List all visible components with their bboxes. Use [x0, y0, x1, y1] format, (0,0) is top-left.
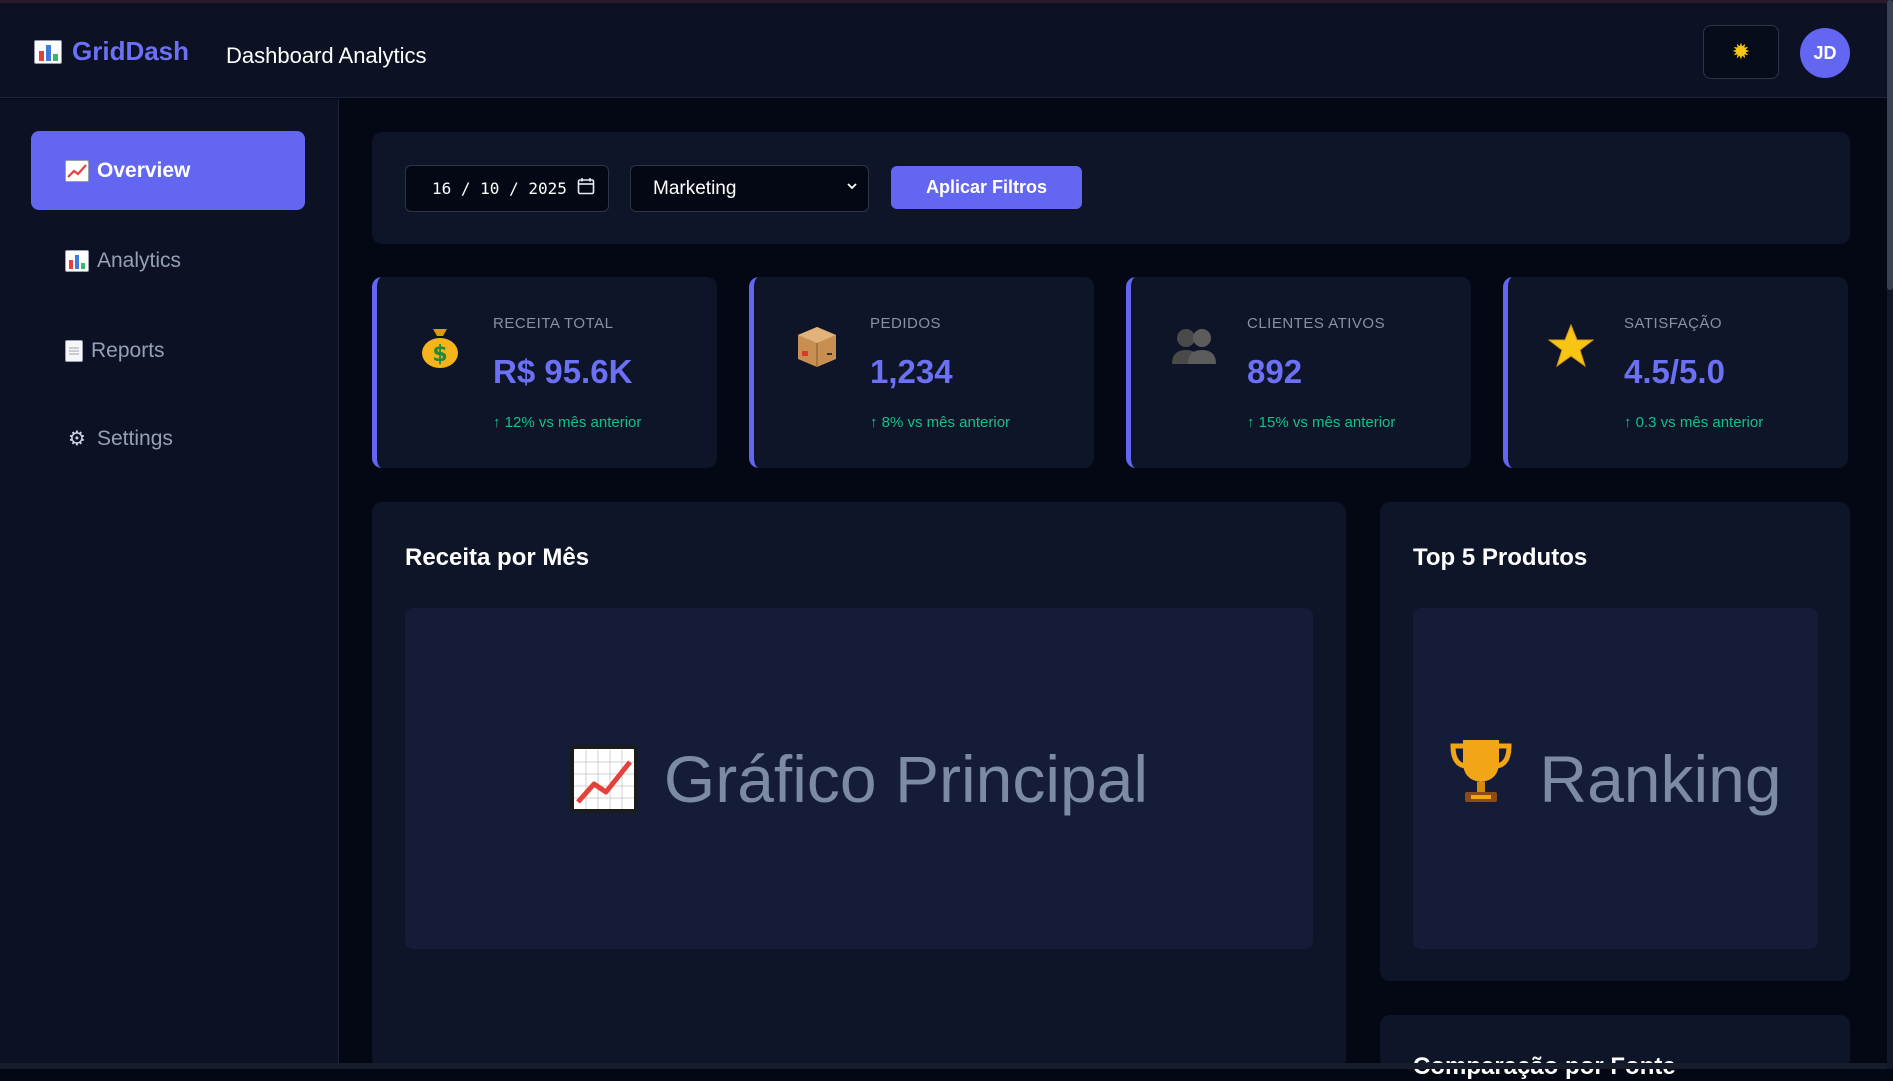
revenue-chart-panel: Receita por Mês Gráfico Principal — [372, 502, 1346, 1069]
kpi-value: 4.5/5.0 — [1624, 353, 1725, 390]
sidebar-item-analytics[interactable]: Analytics — [31, 221, 305, 300]
bar-chart-icon — [34, 39, 62, 64]
kpi-card-active-clients: CLIENTES ATIVOS 892 ↑ 15% vs mês anterio… — [1126, 277, 1471, 468]
kpi-label: SATISFAÇÃO — [1624, 315, 1723, 332]
date-input[interactable]: 16 / 10 / 2025 — [405, 165, 609, 212]
package-icon — [792, 321, 842, 371]
kpi-card-revenue: $ RECEITA TOTAL R$ 95.6K ↑ 12% vs mês an… — [372, 277, 717, 468]
kpi-change: ↑ 8% vs mês anterior — [870, 414, 1011, 431]
kpi-card-orders: PEDIDOS 1,234 ↑ 8% vs mês anterior — [749, 277, 1094, 468]
sidebar-item-settings[interactable]: ⚙ Settings — [31, 399, 305, 478]
kpi-value: 1,234 — [870, 353, 953, 390]
sidebar-item-label: Analytics — [97, 248, 182, 272]
trophy-icon — [1449, 736, 1513, 821]
money-bag-icon: $ — [415, 321, 465, 371]
panel-title: Top 5 Produtos — [1413, 544, 1588, 571]
chart-placeholder-text: Gráfico Principal — [663, 741, 1149, 816]
chart-increasing-icon — [65, 159, 89, 182]
brand[interactable]: GridDash — [34, 36, 189, 67]
panel-title: Receita por Mês — [405, 544, 590, 571]
apply-filters-button[interactable]: Aplicar Filtros — [891, 166, 1082, 209]
sidebar-item-overview[interactable]: Overview — [31, 131, 305, 210]
kpi-value: R$ 95.6K — [493, 353, 633, 390]
theme-toggle-button[interactable]: ✹ — [1703, 25, 1779, 79]
horizontal-scrollbar[interactable] — [0, 1063, 1887, 1069]
kpi-change: ↑ 12% vs mês anterior — [493, 414, 642, 431]
kpi-change: ↑ 15% vs mês anterior — [1247, 414, 1396, 431]
kpi-card-satisfaction: SATISFAÇÃO 4.5/5.0 ↑ 0.3 vs mês anterior — [1503, 277, 1848, 468]
sidebar-item-label: Reports — [91, 338, 165, 362]
ranking-placeholder-text: Ranking — [1539, 741, 1782, 816]
users-icon — [1169, 321, 1219, 371]
sidebar-item-label: Settings — [97, 426, 173, 450]
department-select[interactable]: Marketing — [630, 165, 869, 212]
gear-icon: ⚙ — [68, 428, 86, 450]
chart-placeholder: Gráfico Principal — [405, 608, 1313, 949]
kpi-value: 892 — [1247, 353, 1303, 390]
top-header: GridDash Dashboard Analytics ✹ JD — [0, 3, 1887, 98]
svg-text:$: $ — [432, 342, 447, 367]
avatar[interactable]: JD — [1800, 28, 1850, 78]
sun-icon: ✹ — [1731, 39, 1751, 64]
document-icon — [65, 339, 83, 362]
sidebar-item-label: Overview — [97, 158, 191, 182]
star-icon — [1546, 321, 1596, 371]
bar-chart-icon — [65, 249, 89, 272]
date-value: 16 / 10 / 2025 — [432, 179, 567, 198]
kpi-label: PEDIDOS — [870, 315, 942, 332]
chevron-down-icon — [846, 179, 858, 195]
top-products-panel: Top 5 Produtos Ranking — [1380, 502, 1850, 981]
calendar-icon[interactable] — [577, 177, 595, 200]
kpi-label: RECEITA TOTAL — [493, 315, 614, 332]
kpi-label: CLIENTES ATIVOS — [1247, 315, 1386, 332]
ranking-placeholder: Ranking — [1413, 608, 1818, 949]
source-comparison-panel: Comparação por Fonte — [1380, 1015, 1850, 1080]
chart-increasing-icon — [569, 744, 638, 813]
scrollbar-thumb[interactable] — [1887, 0, 1893, 290]
sidebar: Overview Analytics Reports ⚙ Settings — [0, 99, 339, 1069]
department-selected-value: Marketing — [653, 177, 737, 199]
sidebar-item-reports[interactable]: Reports — [31, 311, 305, 390]
brand-name: GridDash — [72, 36, 190, 66]
kpi-change: ↑ 0.3 vs mês anterior — [1624, 414, 1764, 431]
page-title: Dashboard Analytics — [226, 43, 427, 68]
